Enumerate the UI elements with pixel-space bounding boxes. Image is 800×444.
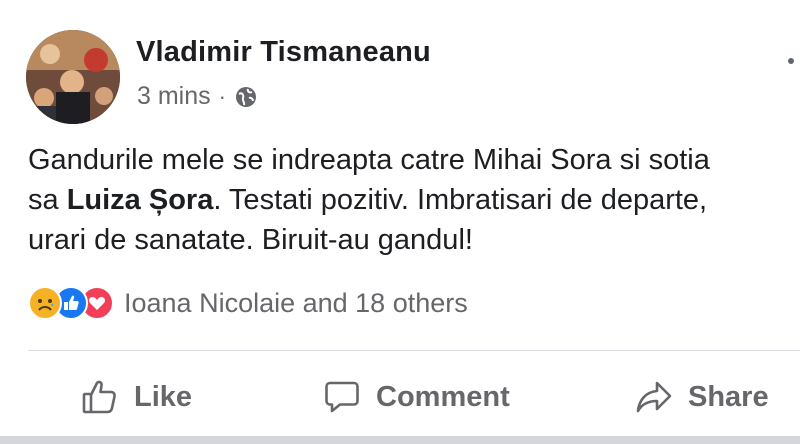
like-button[interactable]: Like bbox=[80, 362, 192, 432]
comment-bubble-icon bbox=[325, 381, 359, 413]
sad-reaction-icon bbox=[28, 286, 62, 320]
like-label: Like bbox=[134, 380, 193, 413]
author-avatar[interactable] bbox=[26, 30, 120, 124]
avatar-photo bbox=[26, 30, 120, 124]
post-timestamp[interactable]: 3 mins bbox=[137, 82, 211, 111]
share-label: Share bbox=[688, 380, 769, 413]
share-button[interactable]: Share bbox=[634, 362, 769, 432]
divider bbox=[28, 350, 800, 351]
share-arrow-icon bbox=[636, 381, 672, 413]
feed-post: Vladimir Tismaneanu 3 mins · Gandurile m… bbox=[0, 0, 800, 444]
meta-separator: · bbox=[218, 83, 226, 109]
thumbs-up-icon bbox=[82, 380, 116, 414]
reactions-text[interactable]: Ioana Nicolaie and 18 others bbox=[124, 288, 468, 319]
post-bottom-border bbox=[0, 436, 800, 444]
post-meta: 3 mins · bbox=[137, 82, 258, 111]
author-name[interactable]: Vladimir Tismaneanu bbox=[136, 36, 431, 69]
reactions-summary[interactable]: Ioana Nicolaie and 18 others bbox=[28, 286, 468, 320]
comment-button[interactable]: Comment bbox=[322, 362, 510, 432]
more-dots-icon[interactable] bbox=[788, 58, 794, 64]
action-bar: Like Comment Share bbox=[0, 362, 800, 432]
comment-label: Comment bbox=[376, 380, 510, 413]
tagged-person[interactable]: Luiza Șora bbox=[67, 184, 214, 216]
post-text-line-3: urari de sanatate. Biruit-au gandul! bbox=[28, 224, 473, 256]
post-text-line-2-start: sa bbox=[28, 184, 67, 216]
post-text: Gandurile mele se indreapta catre Mihai … bbox=[28, 140, 800, 260]
globe-icon[interactable] bbox=[234, 85, 258, 109]
post-text-line-2: sa Luiza Șora. Testati pozitiv. Imbratis… bbox=[28, 180, 800, 220]
post-text-line-2-end: . Testati pozitiv. Imbratisari de depart… bbox=[213, 184, 708, 216]
post-text-line-1: Gandurile mele se indreapta catre Mihai … bbox=[28, 144, 710, 176]
